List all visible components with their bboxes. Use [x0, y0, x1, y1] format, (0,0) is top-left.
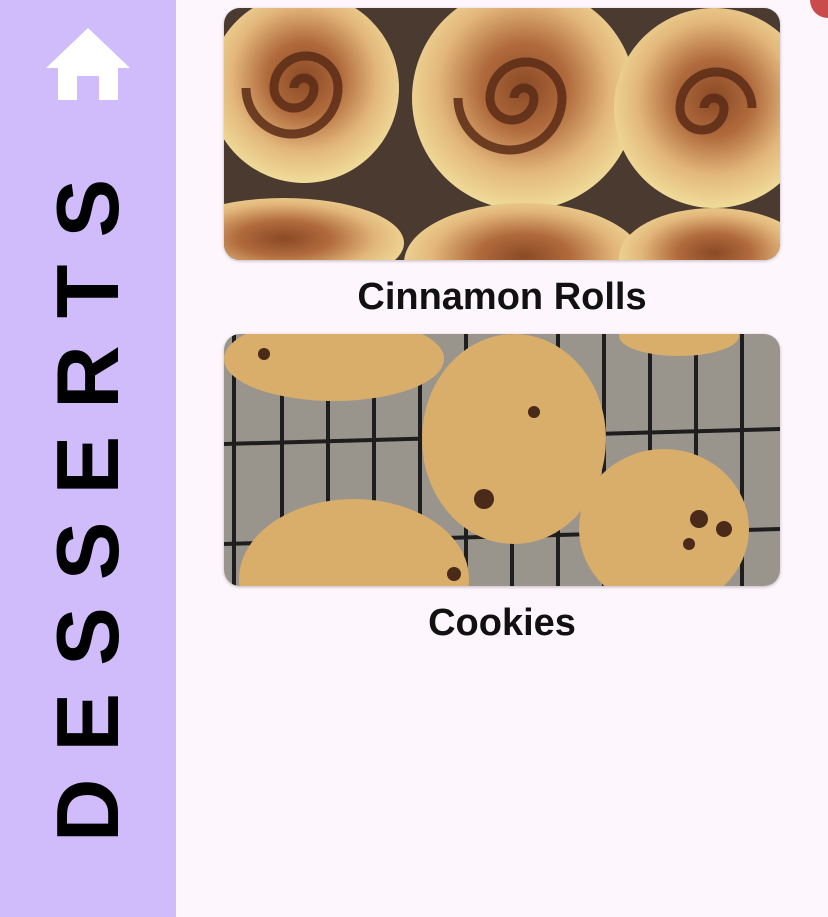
dessert-label: Cookies — [428, 602, 576, 644]
dessert-card-cookies[interactable]: Cookies — [224, 334, 780, 646]
home-icon — [46, 28, 130, 100]
dessert-card-cinnamon-rolls[interactable]: Cinnamon Rolls — [224, 8, 780, 320]
debug-banner-corner — [810, 0, 828, 18]
dessert-label: Cinnamon Rolls — [357, 276, 647, 318]
home-button[interactable] — [44, 26, 132, 104]
cinnamon-rolls-photo — [224, 8, 780, 260]
cookies-photo — [224, 334, 780, 586]
navigation-rail: DESSERTS — [0, 0, 176, 917]
category-title: DESSERTS — [38, 151, 137, 843]
